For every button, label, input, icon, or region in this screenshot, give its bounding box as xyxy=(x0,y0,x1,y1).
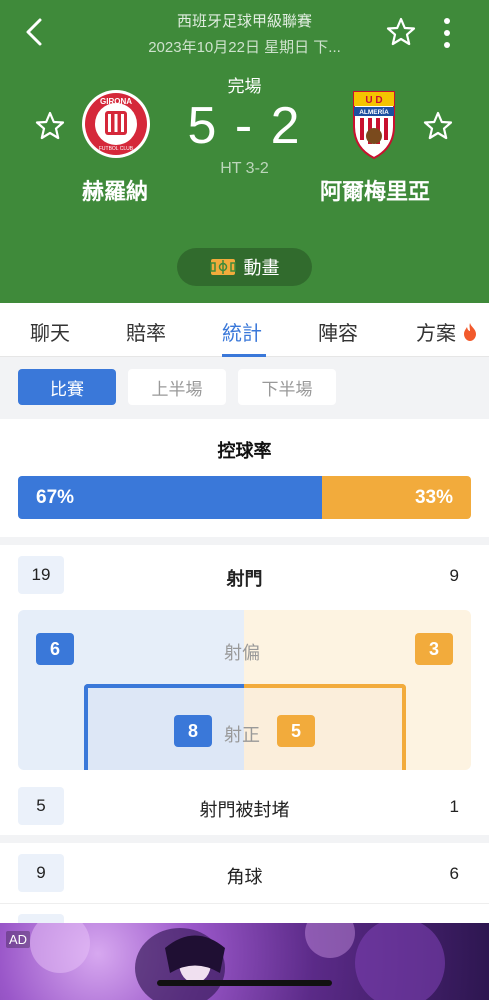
possession-card: 控球率 67% 33% xyxy=(0,419,489,537)
possession-home-fill: 67% xyxy=(18,476,322,519)
away-logo-text: ALMERÍA xyxy=(359,107,389,116)
tab-plans[interactable]: 方案 xyxy=(416,317,478,346)
possession-home-value: 67% xyxy=(36,486,75,508)
period-selector: 比賽 上半場 下半場 xyxy=(0,357,489,419)
shots-label: 射門 xyxy=(226,569,263,589)
halftime-score: HT 3-2 xyxy=(220,160,269,177)
animation-button[interactable]: 動畫 xyxy=(177,248,312,286)
ad-artwork xyxy=(30,923,445,1000)
home-logo-text: GIRONA xyxy=(100,97,132,106)
favorite-away-team-star-icon[interactable] xyxy=(422,110,454,142)
home-team-logo[interactable]: GIRONA FUTBOL CLUB xyxy=(80,88,152,160)
shots-away-value: 9 xyxy=(449,566,459,585)
next-stat-row xyxy=(0,903,489,924)
favorite-home-team-star-icon[interactable] xyxy=(34,110,66,142)
off-target-away-value: 3 xyxy=(415,633,453,665)
match-header: 西班牙足球甲級聯賽 2023年10月22日 星期日 下... 完場 5 - 2 … xyxy=(0,0,489,303)
away-logo-letters: U D xyxy=(365,95,382,106)
corners-home-value: 9 xyxy=(18,854,64,892)
tab-lineups[interactable]: 陣容 xyxy=(318,317,358,346)
blocked-home-value: 5 xyxy=(18,787,64,825)
home-team-name[interactable]: 赫羅納 xyxy=(60,174,170,206)
match-status: 完場 xyxy=(227,77,262,96)
possession-bar: 67% 33% xyxy=(18,476,471,519)
tab-odds[interactable]: 賠率 xyxy=(126,317,166,346)
off-target-home-value: 6 xyxy=(36,633,74,665)
tab-stats[interactable]: 統計 xyxy=(222,317,262,346)
segment-first-half[interactable]: 上半場 xyxy=(128,369,226,405)
on-target-home-value: 8 xyxy=(174,715,212,747)
away-team-name[interactable]: 阿爾梅里亞 xyxy=(300,174,450,206)
corners-label: 角球 xyxy=(226,867,263,887)
away-team-logo[interactable]: U D ALMERÍA xyxy=(338,88,410,160)
possession-away-fill: 33% xyxy=(321,476,471,519)
corners-card: 9 角球 6 xyxy=(0,843,489,903)
shots-home-value: 19 xyxy=(18,556,64,594)
on-target-away-value: 5 xyxy=(277,715,315,747)
home-indicator xyxy=(157,980,332,986)
home-logo-subtext: FUTBOL CLUB xyxy=(99,146,134,152)
back-arrow-icon[interactable] xyxy=(18,14,54,50)
tab-chat[interactable]: 聊天 xyxy=(30,317,70,346)
segment-second-half[interactable]: 下半場 xyxy=(238,369,336,405)
tab-plans-label: 方案 xyxy=(416,323,456,345)
possession-title: 控球率 xyxy=(217,441,272,461)
animation-label: 動畫 xyxy=(243,258,280,278)
corners-away-value: 6 xyxy=(449,864,459,883)
advertisement-banner[interactable]: AD xyxy=(0,923,489,1000)
fire-icon xyxy=(463,323,476,341)
shot-map: 6 射偏 3 8 射正 5 xyxy=(18,610,471,770)
section-divider xyxy=(0,835,489,843)
goal-frame-away xyxy=(244,684,406,770)
tab-bar: 聊天 賠率 統計 陣容 方案 xyxy=(0,303,489,357)
on-target-label: 射正 xyxy=(224,725,260,745)
match-datetime: 2023年10月22日 星期日 下... xyxy=(148,39,341,56)
league-name: 西班牙足球甲級聯賽 xyxy=(176,13,312,30)
possession-away-value: 33% xyxy=(414,486,453,508)
pitch-icon xyxy=(209,259,236,275)
goal-frame-home xyxy=(84,684,244,770)
blocked-label: 射門被封堵 xyxy=(199,800,290,820)
shots-card: 19 射門 9 6 射偏 3 8 射正 5 5 射門被封堵 1 xyxy=(0,545,489,835)
off-target-label: 射偏 xyxy=(224,643,260,663)
segment-full-match[interactable]: 比賽 xyxy=(18,369,116,405)
match-score: 5 - 2 xyxy=(187,97,302,155)
blocked-away-value: 1 xyxy=(449,797,459,816)
more-options-icon[interactable] xyxy=(436,16,458,50)
favorite-match-star-icon[interactable] xyxy=(385,16,417,48)
